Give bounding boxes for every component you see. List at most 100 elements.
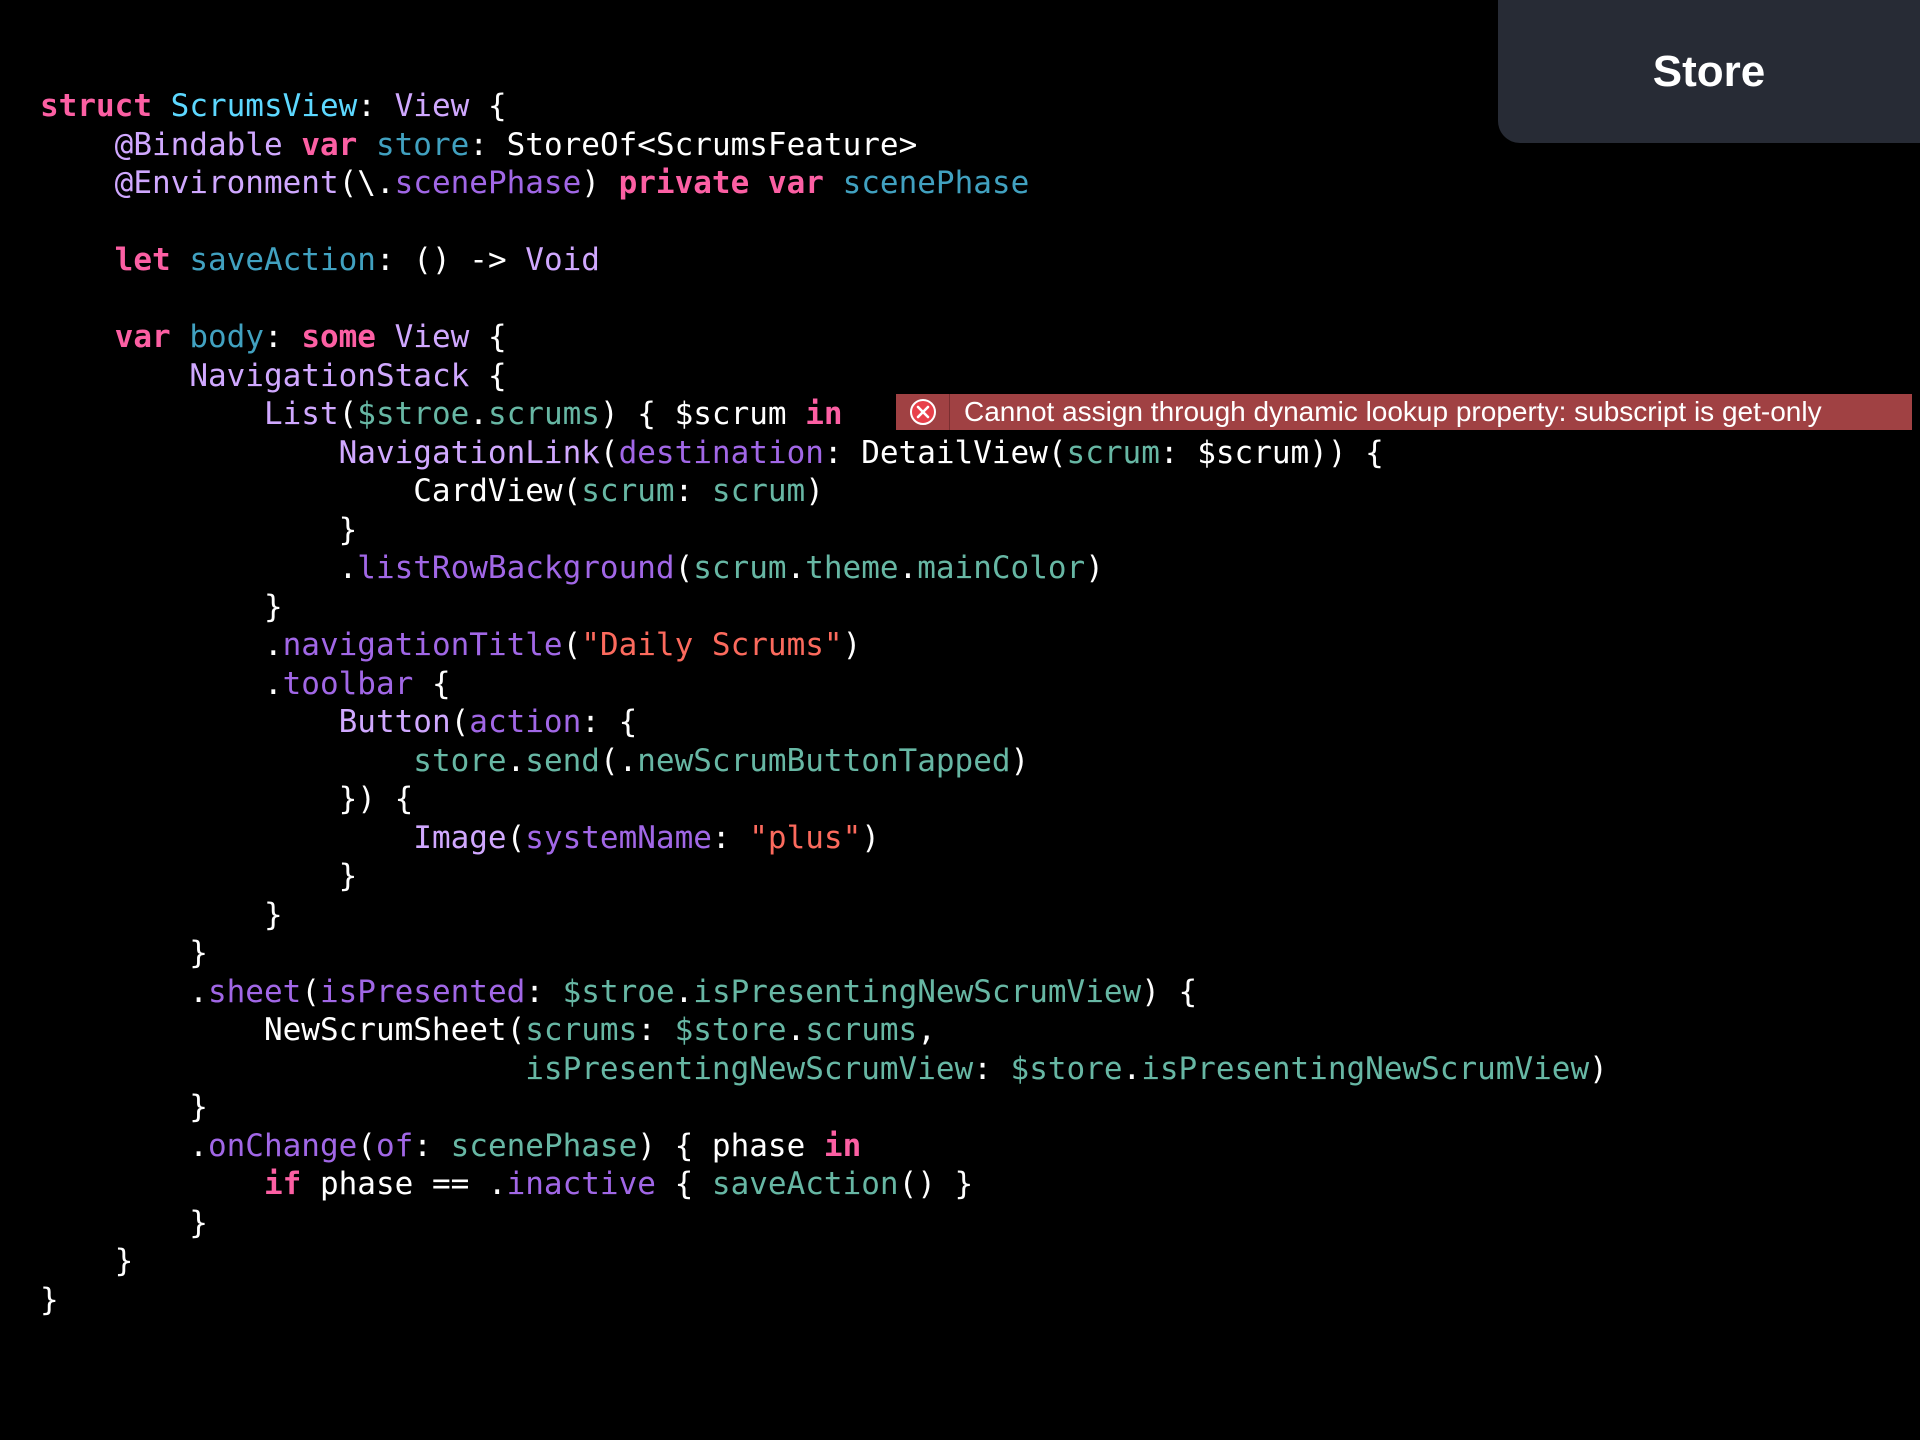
code-token: : [973,1050,1011,1087]
code-token: scenePhase [842,165,1030,201]
code-line[interactable]: Image(systemName: "plus") [40,819,1900,858]
code-editor[interactable]: struct ScrumsView: View { @Bindable var … [40,87,1900,1319]
code-line[interactable]: } [40,1204,1900,1243]
code-token: Image [413,819,507,856]
code-token: ( [357,1127,376,1164]
code-token: . [1122,1050,1142,1087]
code-token: View [394,88,470,124]
code-token: $stroe [357,396,470,432]
code-token: in [805,396,843,432]
code-line[interactable]: }) { [40,780,1900,819]
code-token: $store [674,1012,787,1048]
code-line[interactable]: .onChange(of: scenePhase) { phase in [40,1127,1900,1166]
code-line[interactable]: if phase == .inactive { saveAction() } [40,1165,1900,1204]
code-token: } [40,511,358,548]
code-token: . [40,665,283,702]
code-token: : () -> [375,242,526,278]
code-line[interactable] [40,280,1900,319]
code-line[interactable]: Button(action: { [40,703,1900,742]
code-line[interactable] [40,203,1900,242]
code-token: newScrumButtonTapped [637,742,1011,779]
code-line[interactable]: NavigationLink(destination: DetailView(s… [40,434,1900,473]
code-token: private [618,165,750,201]
code-token: } [40,858,358,894]
code-token: inactive [506,1166,656,1202]
code-token: @Bindable [114,126,283,163]
code-line[interactable]: CardView(scrum: scrum) [40,472,1900,511]
code-token: ) [805,473,824,509]
code-token: (\. [338,165,395,201]
code-line[interactable]: @Environment(\.scenePhase) private var s… [40,164,1900,203]
error-message: Cannot assign through dynamic lookup pro… [964,396,1822,427]
code-line[interactable]: } [40,1088,1900,1127]
code-token: NavigationStack [189,357,470,394]
code-line[interactable]: let saveAction: () -> Void [40,241,1900,280]
code-token: Void [525,242,600,278]
code-token: List [263,396,339,432]
code-line[interactable]: .toolbar { [40,665,1900,704]
code-token: saveAction [189,242,376,278]
code-token: : [525,973,563,1010]
code-token: store [375,126,470,163]
code-token: . [40,627,283,663]
code-token: scrum [581,473,675,509]
code-token: . [898,550,918,586]
code-line[interactable]: } [40,1242,1900,1281]
code-token: scrums [805,1012,918,1048]
code-token: var [114,319,171,355]
code-line[interactable]: } [40,1281,1900,1320]
code-token: ) [1589,1050,1608,1087]
code-token: . [40,973,208,1010]
code-token: . [40,550,358,586]
code-token: body [189,319,264,355]
code-line[interactable]: NewScrumSheet(scrums: $store.scrums, [40,1011,1900,1050]
code-token: { [469,319,507,355]
code-token: : [637,1012,675,1048]
code-token: . [674,973,694,1010]
code-token: sheet [207,973,302,1010]
code-token: ScrumsView [170,88,358,124]
code-token: } [40,1243,134,1279]
code-token: : StoreOf<ScrumsFeature> [469,126,918,163]
code-token: @Environment [114,165,339,201]
code-token: ( [562,627,582,663]
code-line[interactable]: } [40,857,1900,896]
code-line[interactable]: var body: some View { [40,318,1900,357]
code-line[interactable]: store.send(.newScrumButtonTapped) [40,742,1900,781]
code-line[interactable]: .sheet(isPresented: $stroe.isPresentingN… [40,973,1900,1012]
error-banner: Cannot assign through dynamic lookup pro… [896,394,1912,430]
code-token: . [786,1012,806,1048]
code-token: ( [599,434,619,471]
code-token: ( [450,704,470,740]
code-line[interactable]: } [40,588,1900,627]
code-token: ( [301,973,320,1010]
error-icon[interactable] [896,394,950,430]
code-token: } [40,1089,208,1125]
code-token: . [786,550,806,586]
code-token: : $scrum)) { [1159,434,1384,471]
code-token: store [413,742,507,779]
code-line[interactable]: } [40,511,1900,550]
code-token: ) { [1141,973,1198,1010]
code-line[interactable]: } [40,896,1900,935]
code-line[interactable]: isPresentingNewScrumView: $store.isPrese… [40,1050,1900,1089]
code-token: scrum [1066,434,1160,471]
code-token: ) [842,627,862,663]
code-line[interactable]: } [40,934,1900,973]
code-token: } [40,1281,59,1318]
code-token: View [394,319,470,355]
code-token: action [469,704,582,740]
code-line[interactable]: NavigationStack { [40,357,1900,396]
code-token: systemName [525,819,712,856]
code-line[interactable]: .listRowBackground(scrum.theme.mainColor… [40,549,1900,588]
store-badge: Store [1498,0,1920,143]
code-line[interactable]: .navigationTitle("Daily Scrums") [40,626,1900,665]
